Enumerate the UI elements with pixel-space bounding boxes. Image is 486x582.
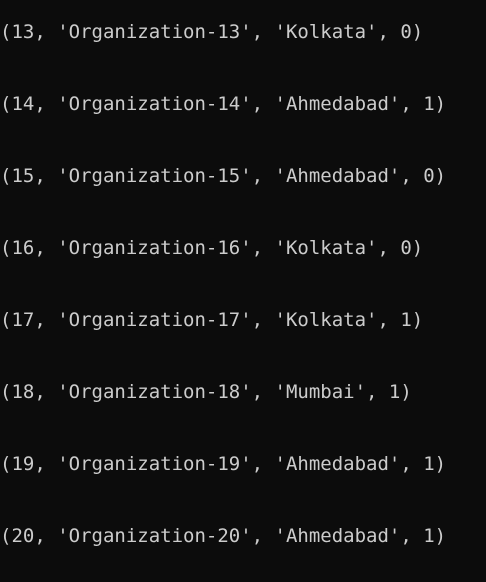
output-line-17: (17, 'Organization-17', 'Kolkata', 1) xyxy=(0,309,424,331)
terminal-output: (13, 'Organization-13', 'Kolkata', 0) (1… xyxy=(0,0,486,582)
output-line-13: (13, 'Organization-13', 'Kolkata', 0) xyxy=(0,21,424,43)
output-line-20: (20, 'Organization-20', 'Ahmedabad', 1) xyxy=(0,525,447,547)
output-line-19: (19, 'Organization-19', 'Ahmedabad', 1) xyxy=(0,453,447,475)
output-line-16: (16, 'Organization-16', 'Kolkata', 0) xyxy=(0,237,424,259)
output-line-15: (15, 'Organization-15', 'Ahmedabad', 0) xyxy=(0,165,447,187)
output-line-14: (14, 'Organization-14', 'Ahmedabad', 1) xyxy=(0,93,447,115)
output-line-18: (18, 'Organization-18', 'Mumbai', 1) xyxy=(0,381,412,403)
